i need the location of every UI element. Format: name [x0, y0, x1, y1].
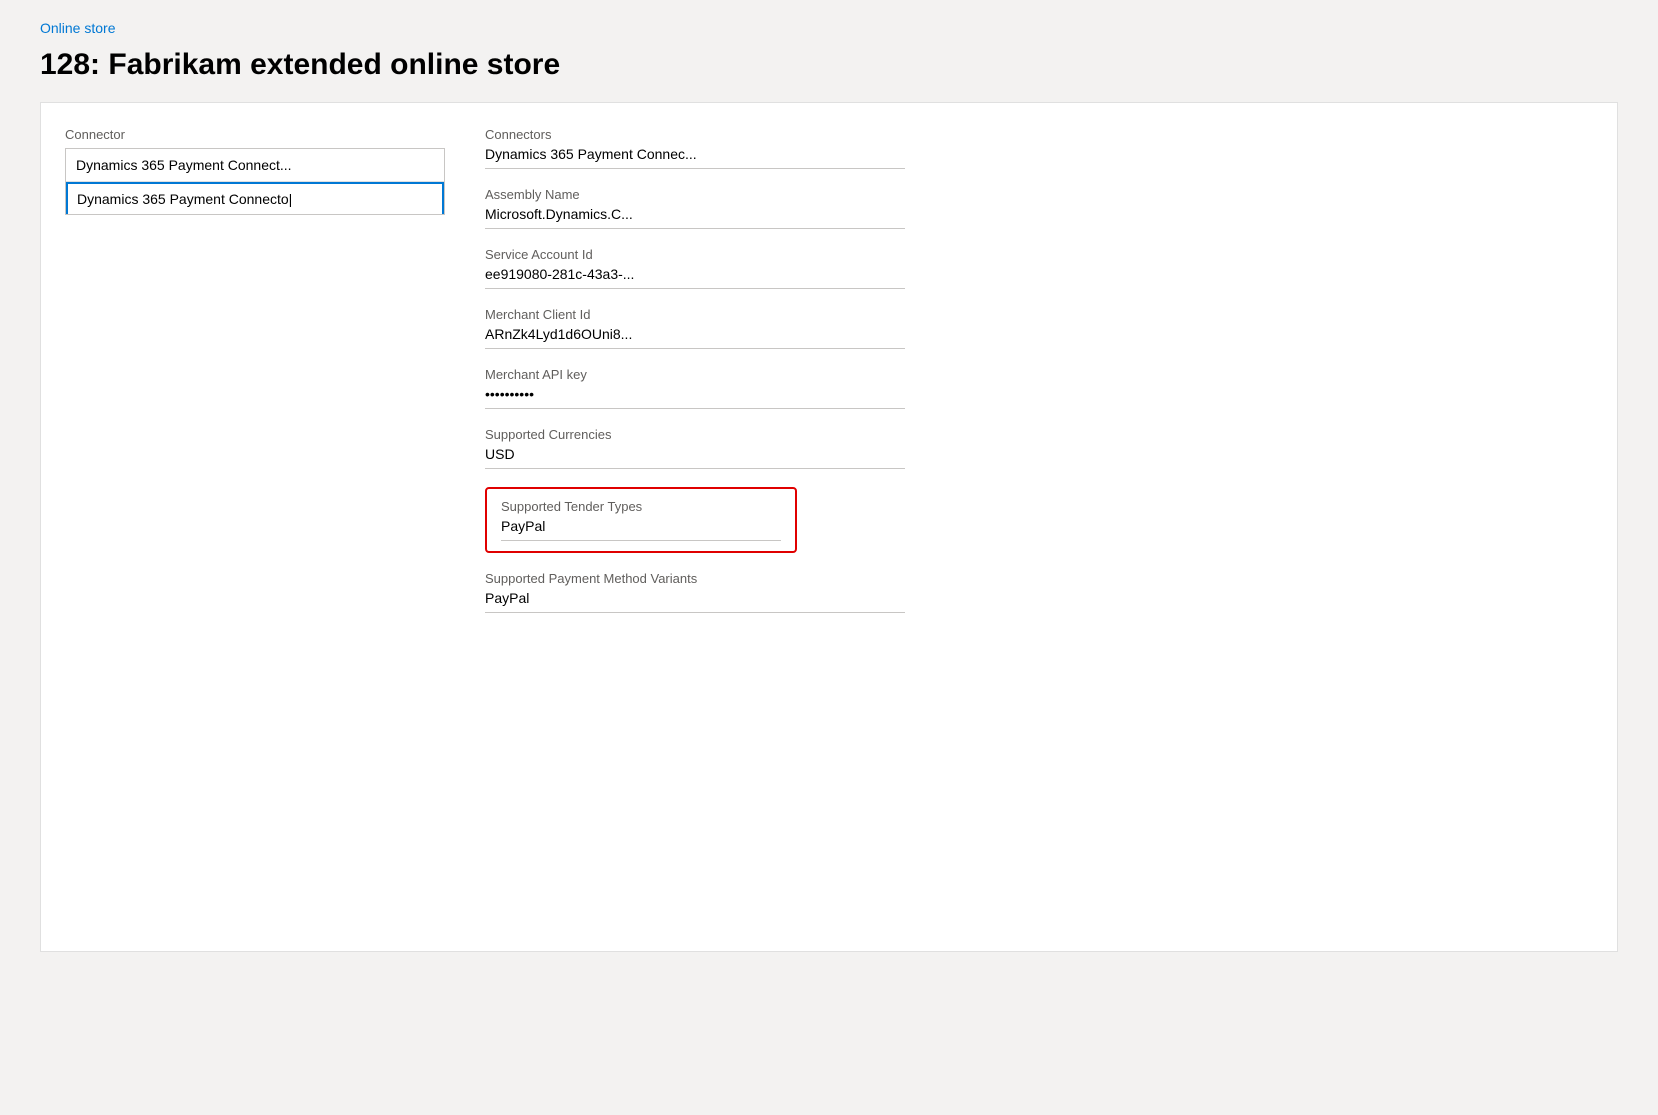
field-supported-payment-method-variants-value: PayPal	[485, 590, 905, 613]
field-service-account-id-value: ee919080-281c-43a3-...	[485, 266, 905, 289]
field-supported-tender-types-label: Supported Tender Types	[501, 499, 781, 514]
field-supported-currencies-label: Supported Currencies	[485, 427, 1593, 442]
field-merchant-api-key: Merchant API key ••••••••••	[485, 367, 1593, 409]
breadcrumb-link[interactable]: Online store	[40, 20, 115, 36]
main-content: Connector Dynamics 365 Payment Connect..…	[40, 102, 1618, 952]
left-panel: Connector Dynamics 365 Payment Connect..…	[65, 127, 445, 927]
connector-section-label: Connector	[65, 127, 445, 142]
field-assembly-name: Assembly Name Microsoft.Dynamics.C...	[485, 187, 1593, 229]
field-merchant-api-key-value: ••••••••••	[485, 386, 905, 409]
field-connectors-value: Dynamics 365 Payment Connec...	[485, 146, 905, 169]
field-supported-tender-types-value: PayPal	[501, 518, 781, 541]
field-connectors: Connectors Dynamics 365 Payment Connec..…	[485, 127, 1593, 169]
right-panel: Connectors Dynamics 365 Payment Connec..…	[485, 127, 1593, 927]
field-connectors-label: Connectors	[485, 127, 1593, 142]
page-wrapper: Online store 128: Fabrikam extended onli…	[0, 0, 1658, 1115]
field-supported-currencies: Supported Currencies USD	[485, 427, 1593, 469]
field-merchant-client-id-value: ARnZk4Lyd1d6OUni8...	[485, 326, 905, 349]
connector-list-item-selected[interactable]: Dynamics 365 Payment Connecto|	[66, 182, 444, 214]
field-assembly-name-value: Microsoft.Dynamics.C...	[485, 206, 905, 229]
field-supported-payment-method-variants: Supported Payment Method Variants PayPal	[485, 571, 1593, 613]
field-merchant-client-id: Merchant Client Id ARnZk4Lyd1d6OUni8...	[485, 307, 1593, 349]
field-service-account-id: Service Account Id ee919080-281c-43a3-..…	[485, 247, 1593, 289]
connector-list-item[interactable]: Dynamics 365 Payment Connect...	[66, 149, 444, 182]
field-supported-payment-method-variants-label: Supported Payment Method Variants	[485, 571, 1593, 586]
field-supported-currencies-value: USD	[485, 446, 905, 469]
field-merchant-client-id-label: Merchant Client Id	[485, 307, 1593, 322]
field-merchant-api-key-label: Merchant API key	[485, 367, 1593, 382]
field-service-account-id-label: Service Account Id	[485, 247, 1593, 262]
connector-list: Dynamics 365 Payment Connect... Dynamics…	[65, 148, 445, 215]
field-supported-tender-types: Supported Tender Types PayPal	[485, 487, 797, 553]
field-assembly-name-label: Assembly Name	[485, 187, 1593, 202]
page-title: 128: Fabrikam extended online store	[40, 48, 1618, 82]
